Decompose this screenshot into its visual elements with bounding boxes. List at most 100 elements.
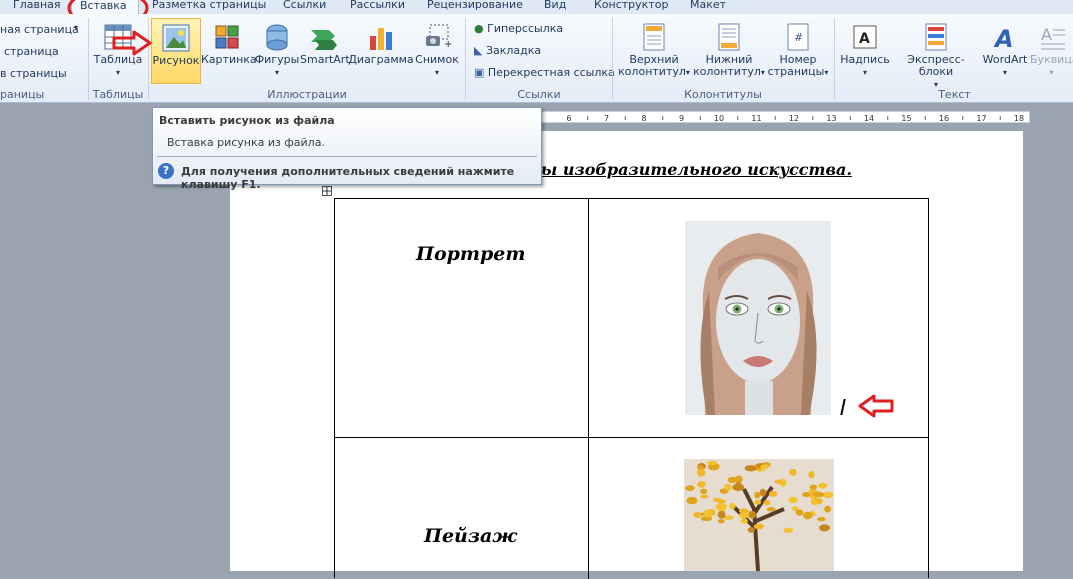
leaf [732, 483, 745, 491]
leaf [774, 479, 783, 484]
screenshot-button-label: Снимок [415, 53, 459, 66]
leaf [824, 505, 832, 513]
hyperlink-label: Гиперссылка [487, 22, 564, 35]
leaf [766, 507, 776, 512]
leaf [740, 518, 748, 524]
leaf [697, 469, 706, 477]
footer-button[interactable]: Нижний колонтитул▾ [693, 22, 765, 79]
leaf [753, 523, 764, 530]
tab-layout[interactable]: Макет [690, 0, 726, 13]
leaf [727, 476, 737, 484]
bookmark-button[interactable]: ◣ Закладка [474, 44, 541, 57]
smartart-button-label: SmartArt [300, 53, 350, 66]
annotation-left-arrow-icon [858, 394, 894, 418]
blank-page-button[interactable]: страница [4, 45, 59, 58]
tooltip-divider [157, 156, 537, 157]
chevron-down-icon: ▾ [115, 68, 120, 77]
tooltip-description: Вставка рисунка из файла. [167, 136, 325, 149]
tab-view[interactable]: Вид [544, 0, 566, 13]
quickparts-icon [925, 23, 947, 51]
screenshot-icon: + [426, 24, 452, 50]
help-icon: ? [158, 163, 174, 179]
ruler-mark-label: 7 [604, 114, 609, 123]
chevron-down-icon: ▾ [760, 68, 765, 77]
leaf [810, 500, 818, 506]
leaf [768, 490, 778, 497]
ruler-mark-label: 10 [714, 114, 724, 123]
leaf [803, 511, 813, 520]
document-title: ы изобразительного искусства. [541, 160, 852, 179]
leaf [685, 485, 695, 492]
picture-button-label: Рисунок [152, 54, 200, 67]
tab-references[interactable]: Ссылки [283, 0, 326, 13]
header-button[interactable]: Верхний колонтитул▾ [618, 22, 690, 79]
ribbon-tabs: Главная Вставка Разметка страницы Ссылки… [0, 0, 1073, 14]
chevron-down-icon: ▾ [274, 68, 279, 77]
header-label-2: колонтитул [618, 65, 686, 78]
ruler-mark-label: 13 [826, 114, 836, 123]
globe-icon: ● [474, 22, 484, 35]
dropcap-label: Буквица [1030, 53, 1073, 66]
textbox-button[interactable]: A Надпись ▾ [840, 22, 890, 79]
quickparts-button[interactable]: Экспресс-блоки ▾ [892, 22, 980, 91]
ruler-mark-label: 16 [939, 114, 949, 123]
ruler-mark-label: 11 [751, 114, 761, 123]
leaf [729, 502, 736, 510]
group-label-links: Ссылки [517, 88, 561, 101]
horizontal-ruler[interactable]: 6 7 8 9 10 11 12 13 14 15 16 17 18 [540, 111, 1039, 123]
landscape-drawing-image[interactable] [684, 459, 834, 571]
leaf [693, 511, 702, 519]
smartart-button[interactable]: SmartArt [300, 22, 350, 66]
tab-home[interactable]: Главная [13, 0, 61, 13]
picture-icon [162, 24, 190, 52]
group-label-tables: Таблицы [92, 88, 144, 101]
ruler-mark-label: 18 [1014, 114, 1024, 123]
wordart-icon: A [993, 25, 1014, 52]
crossref-button[interactable]: ▣ Перекрестная ссылка [474, 66, 615, 79]
ruler-mark-label: 17 [976, 114, 986, 123]
group-label-pages: раницы [0, 88, 45, 101]
tooltip-help-text: Для получения дополнительных сведений на… [181, 165, 515, 191]
dropcap-button[interactable]: A Буквица ▾ [1030, 22, 1073, 79]
chevron-down-icon: ▾ [862, 68, 867, 77]
tab-design[interactable]: Конструктор [594, 0, 668, 13]
tab-review[interactable]: Рецензирование [427, 0, 523, 13]
tab-page-layout[interactable]: Разметка страницы [152, 0, 266, 13]
leaf [724, 483, 732, 491]
wordart-button[interactable]: A WordArt ▾ [980, 22, 1030, 79]
leaf [754, 499, 762, 505]
group-label-illustrations: Иллюстрации [267, 88, 347, 101]
clipart-button[interactable]: Картинка [201, 22, 257, 66]
leaf [812, 491, 825, 498]
svg-text:A: A [993, 25, 1014, 52]
picture-button[interactable]: Рисунок [151, 18, 201, 84]
portrait-drawing-image[interactable] [685, 221, 831, 415]
page-break-button[interactable]: в страницы [0, 67, 67, 80]
ruler-mark-label: 8 [641, 114, 646, 123]
leaf [759, 488, 767, 497]
chart-button[interactable]: Диаграмма [348, 22, 414, 66]
footer-label-2: колонтитул [693, 65, 761, 78]
document-page[interactable]: Портрет Пейзаж [230, 131, 1023, 579]
hyperlink-button[interactable]: ● Гиперссылка [474, 22, 563, 35]
leaf [717, 519, 725, 524]
chevron-down-icon: ▾ [685, 68, 690, 77]
tooltip-title: Вставить рисунок из файла [159, 114, 335, 127]
row-label-portrait: Портрет [416, 243, 526, 265]
ruler-mark-label: 15 [901, 114, 911, 123]
page-number-button[interactable]: # Номер страницы▾ [766, 22, 830, 79]
screenshot-button[interactable]: + Снимок ▾ [414, 22, 460, 79]
leaf [738, 512, 750, 519]
leaf [744, 465, 757, 472]
group-label-headers: Колонтитулы [684, 88, 762, 101]
svg-text:A: A [859, 31, 870, 47]
group-separator [88, 18, 89, 100]
leaf [789, 468, 797, 476]
clipart-button-label: Картинка [201, 53, 257, 66]
tab-mailings[interactable]: Рассылки [350, 0, 405, 13]
chevron-down-icon: ▾ [74, 23, 79, 32]
leaf [713, 497, 721, 502]
shapes-button[interactable]: Фигуры ▾ [254, 22, 300, 79]
leaf [817, 517, 826, 522]
cover-page-button[interactable]: ная страница [0, 23, 79, 36]
